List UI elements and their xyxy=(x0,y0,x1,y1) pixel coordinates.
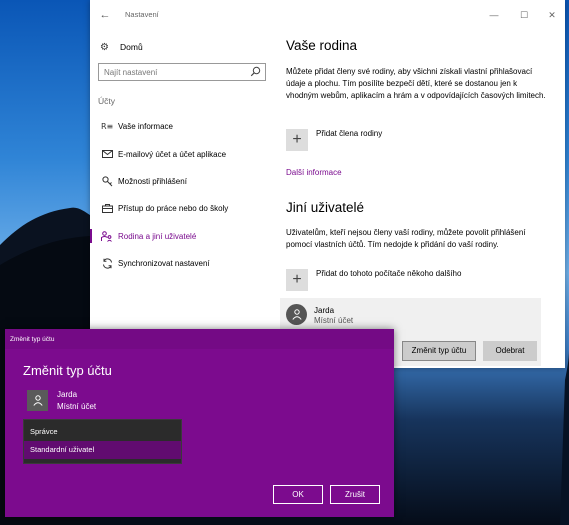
sidebar-item-label: E-mailový účet a účet aplikace xyxy=(118,149,227,159)
family-description: Můžete přidat členy své rodiny, aby všic… xyxy=(286,67,546,100)
change-account-type-dialog: Změnit typ účtu Změnit typ účtu Jarda Mí… xyxy=(5,329,394,517)
dialog-user-name: Jarda xyxy=(57,390,78,399)
option-standard-user[interactable]: Standardní uživatel xyxy=(24,441,181,459)
search-icon[interactable] xyxy=(250,66,261,77)
dialog-title: Změnit typ účtu xyxy=(10,336,55,343)
sidebar-item-label: Přístup do práce nebo do školy xyxy=(118,203,229,213)
dialog-title-bar: Změnit typ účtu xyxy=(5,329,394,349)
nav-home-label: Domů xyxy=(120,42,143,52)
add-other-user-button[interactable]: + Přidat do tohoto počítače někoho další… xyxy=(286,269,461,291)
nav-home[interactable]: ⚙ Domů xyxy=(100,40,270,54)
settings-nav: ⚙ Domů Účty R≡ Vaše informace E-mailový … xyxy=(90,30,280,368)
sidebar-item-your-info[interactable]: R≡ Vaše informace xyxy=(90,116,280,136)
title-bar: ← Nastavení — ☐ ✕ xyxy=(90,0,565,30)
sidebar-item-family[interactable]: Rodina a jiní uživatelé xyxy=(90,226,280,246)
change-account-type-button[interactable]: Změnit typ účtu xyxy=(402,341,476,361)
plus-icon: + xyxy=(286,129,308,151)
sidebar-item-label: Rodina a jiní uživatelé xyxy=(118,231,197,241)
settings-window: ← Nastavení — ☐ ✕ ⚙ Domů Účty R≡ Vaše in… xyxy=(90,0,565,368)
gear-icon: ⚙ xyxy=(100,41,109,53)
avatar xyxy=(27,390,48,411)
sync-icon xyxy=(100,256,114,270)
cancel-button[interactable]: Zrušit xyxy=(330,485,380,504)
sidebar-item-email[interactable]: E-mailový účet a účet aplikace xyxy=(90,144,280,164)
window-title: Nastavení xyxy=(125,10,159,19)
search-input[interactable] xyxy=(99,64,249,80)
sidebar-item-work-school[interactable]: Přístup do práce nebo do školy xyxy=(90,198,280,218)
family-heading: Vaše rodina xyxy=(286,38,358,53)
other-users-heading: Jiní uživatelé xyxy=(286,200,365,215)
main-content: Vaše rodina Můžete přidat členy své rodi… xyxy=(280,30,556,368)
more-info-link[interactable]: Další informace xyxy=(286,168,342,177)
user-name: Jarda xyxy=(314,306,335,315)
nav-section-label: Účty xyxy=(98,96,115,106)
minimize-button[interactable]: — xyxy=(487,8,501,22)
sidebar-item-label: Vaše informace xyxy=(118,121,173,131)
close-button[interactable]: ✕ xyxy=(545,8,559,22)
ok-button[interactable]: OK xyxy=(273,485,323,504)
other-users-description: Uživatelům, kteří nejsou členy vaší rodi… xyxy=(286,228,526,249)
briefcase-icon xyxy=(100,201,114,215)
maximize-button[interactable]: ☐ xyxy=(517,8,531,22)
add-other-user-label: Přidat do tohoto počítače někoho dalšího xyxy=(316,269,462,278)
sidebar-item-label: Možnosti přihlášení xyxy=(118,176,187,186)
option-administrator[interactable]: Správce xyxy=(24,423,181,441)
back-arrow-icon[interactable]: ← xyxy=(98,8,112,22)
remove-button[interactable]: Odebrat xyxy=(483,341,537,361)
user-icon xyxy=(32,395,43,406)
user-icon xyxy=(291,309,302,320)
svg-text:R≡: R≡ xyxy=(101,122,113,131)
key-icon xyxy=(100,174,114,188)
sidebar-item-label: Synchronizovat nastavení xyxy=(118,258,210,268)
mail-icon xyxy=(100,147,114,161)
account-type-dropdown[interactable]: Správce Standardní uživatel xyxy=(23,419,182,464)
family-icon xyxy=(100,229,114,243)
sidebar-item-sign-in[interactable]: Možnosti přihlášení xyxy=(90,171,280,191)
dialog-heading: Změnit typ účtu xyxy=(23,363,112,378)
search-box xyxy=(98,63,266,81)
add-family-member-label: Přidat člena rodiny xyxy=(316,129,383,138)
sidebar-item-sync[interactable]: Synchronizovat nastavení xyxy=(90,253,280,273)
add-family-member-button[interactable]: + Přidat člena rodiny xyxy=(286,129,382,151)
plus-icon: + xyxy=(286,269,308,291)
user-account-type: Místní účet xyxy=(314,316,354,325)
person-card-icon: R≡ xyxy=(100,119,114,133)
avatar xyxy=(286,304,307,325)
dialog-user-type: Místní účet xyxy=(57,402,97,411)
